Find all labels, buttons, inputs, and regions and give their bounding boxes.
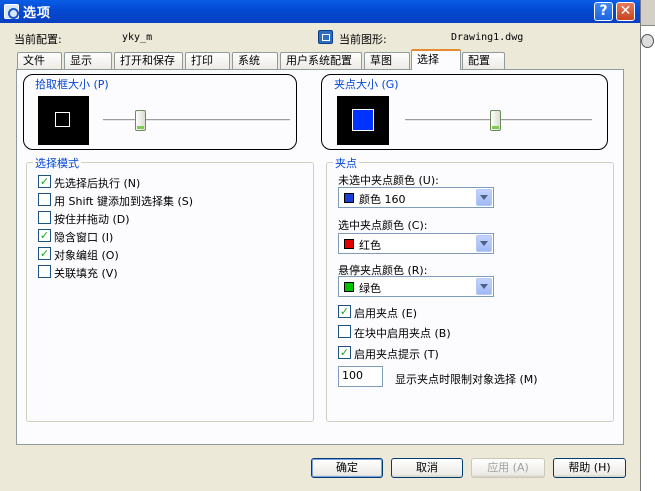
- enable-grips-label[interactable]: 启用夹点 (E): [354, 305, 417, 321]
- tab-system[interactable]: 系统: [232, 52, 278, 69]
- current-drawing-value: Drawing1.dwg: [451, 32, 524, 43]
- chevron-down-icon[interactable]: [476, 189, 492, 206]
- noun-verb-selection-label[interactable]: 先选择后执行 (N): [54, 175, 140, 191]
- hover-grip-color-swatch: [344, 282, 354, 292]
- associative-hatch-checkbox[interactable]: [38, 265, 51, 278]
- pickbox-preview: [38, 96, 89, 145]
- window-title: 选项: [23, 6, 52, 21]
- unselected-grip-color-label: 未选中夹点颜色 (U):: [338, 174, 439, 187]
- selected-grip-color-value: 红色: [359, 239, 381, 252]
- tab-files[interactable]: 文件: [17, 52, 62, 69]
- pickbox-square-icon: [55, 112, 70, 127]
- grip-tips-label[interactable]: 启用夹点提示 (T): [354, 346, 439, 362]
- unselected-grip-color-select[interactable]: 颜色 160: [338, 187, 494, 208]
- associative-hatch-label[interactable]: 关联填充 (V): [54, 265, 118, 281]
- unselected-grip-color-swatch: [344, 193, 354, 203]
- hover-grip-color-select[interactable]: 绿色: [338, 276, 494, 297]
- tab-plot[interactable]: 打印: [185, 52, 230, 69]
- shift-add-label[interactable]: 用 Shift 键添加到选择集 (S): [54, 193, 193, 209]
- pickbox-slider-track[interactable]: [103, 119, 290, 122]
- enable-grips-checkbox[interactable]: ✓: [338, 305, 351, 318]
- selection-modes-title: 选择模式: [33, 155, 81, 171]
- tab-open-save[interactable]: 打开和保存: [114, 52, 183, 69]
- grip-size-title: 夹点大小 (G): [332, 76, 401, 92]
- help-button[interactable]: 帮助 (H): [553, 458, 626, 478]
- current-profile-label: 当前配置:: [14, 33, 62, 46]
- grip-object-limit-label: 显示夹点时限制对象选择 (M): [395, 373, 538, 386]
- unselected-grip-color-value: 颜色 160: [359, 193, 406, 206]
- tab-drafting[interactable]: 草图: [364, 52, 410, 69]
- grips-title: 夹点: [333, 155, 359, 171]
- tab-display[interactable]: 显示: [64, 52, 112, 69]
- press-drag-checkbox[interactable]: [38, 211, 51, 224]
- implied-window-checkbox[interactable]: ✓: [38, 229, 51, 242]
- grip-size-slider-thumb[interactable]: [490, 110, 501, 131]
- grip-tips-checkbox[interactable]: ✓: [338, 346, 351, 359]
- tab-selection[interactable]: 选择: [411, 49, 461, 70]
- tab-user-preferences[interactable]: 用户系统配置: [280, 52, 362, 69]
- cancel-button[interactable]: 取消: [391, 458, 463, 478]
- tab-profiles[interactable]: 配置: [462, 52, 505, 69]
- object-grouping-label[interactable]: 对象编组 (O): [54, 247, 119, 263]
- grip-size-preview: [337, 96, 389, 145]
- grips-in-blocks-label[interactable]: 在块中启用夹点 (B): [354, 325, 451, 341]
- ok-button[interactable]: 确定: [311, 458, 383, 478]
- hover-grip-color-value: 绿色: [359, 282, 381, 295]
- implied-window-label[interactable]: 隐含窗口 (I): [54, 229, 113, 245]
- grip-square-icon: [352, 109, 374, 131]
- selected-grip-color-label: 选中夹点颜色 (C):: [338, 219, 428, 232]
- noun-verb-selection-checkbox[interactable]: ✓: [38, 175, 51, 188]
- current-profile-value: yky_m: [122, 32, 153, 43]
- shift-add-checkbox[interactable]: [38, 193, 51, 206]
- apply-button[interactable]: 应用 (A): [471, 458, 545, 478]
- press-drag-label[interactable]: 按住并拖动 (D): [54, 211, 130, 227]
- chevron-down-icon[interactable]: [476, 235, 492, 252]
- title-bar[interactable]: 选项 ? ✕: [0, 0, 640, 23]
- options-app-icon: [4, 4, 19, 19]
- background-app-edge: [640, 0, 655, 491]
- title-help-button[interactable]: ?: [594, 2, 613, 21]
- grip-object-limit-input[interactable]: 100: [338, 366, 383, 387]
- current-drawing-label: 当前图形:: [339, 33, 387, 46]
- pickbox-size-title: 拾取框大小 (P): [33, 76, 111, 92]
- chevron-down-icon[interactable]: [476, 278, 492, 295]
- object-grouping-checkbox[interactable]: ✓: [38, 247, 51, 260]
- selected-grip-color-swatch: [344, 239, 354, 249]
- pickbox-slider-thumb[interactable]: [135, 110, 146, 131]
- background-app-toolbar: [641, 0, 655, 26]
- background-app-icon: [641, 34, 654, 48]
- title-close-button[interactable]: ✕: [616, 2, 635, 21]
- selected-grip-color-select[interactable]: 红色: [338, 233, 494, 254]
- grips-in-blocks-checkbox[interactable]: [338, 325, 351, 338]
- drawing-icon: [318, 30, 333, 44]
